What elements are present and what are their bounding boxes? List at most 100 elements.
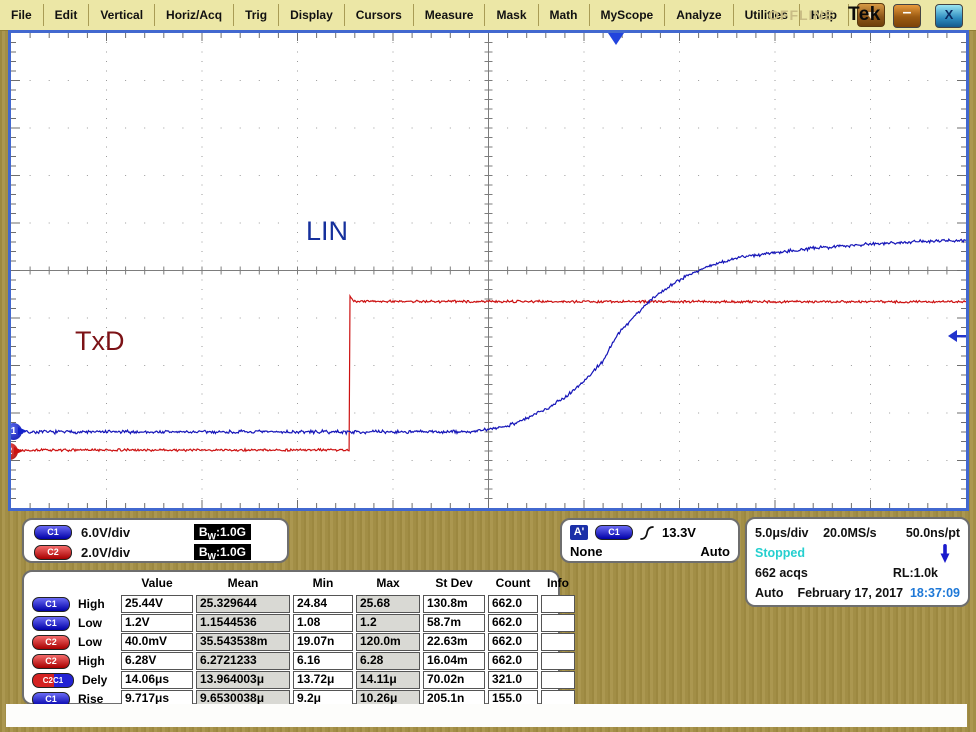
waveform-traces bbox=[11, 33, 966, 508]
menu-item-cursors[interactable]: Cursors bbox=[345, 4, 414, 26]
cell-min: 6.16 bbox=[293, 652, 353, 670]
acquisition-status: Stopped bbox=[755, 546, 805, 560]
trigger-a-icon: A' bbox=[570, 525, 588, 540]
c1-badge: C1 bbox=[34, 525, 72, 540]
time-text: 18:37:09 bbox=[910, 586, 960, 600]
cell-stdev: 16.04m bbox=[423, 652, 485, 670]
minimize-button[interactable]: – bbox=[893, 4, 921, 28]
measurement-row-label: C1Low bbox=[30, 614, 118, 632]
menu-item-display[interactable]: Display bbox=[279, 4, 345, 26]
cell-stdev: 130.8m bbox=[423, 595, 485, 613]
menu-items: FileEditVerticalHoriz/AcqTrigDisplayCurs… bbox=[0, 4, 849, 26]
cell-mean: 13.964003μ bbox=[196, 671, 290, 689]
menu-item-trig[interactable]: Trig bbox=[234, 4, 279, 26]
c2-badge: C2 bbox=[34, 545, 72, 560]
c2c1-badge: C2C1 bbox=[32, 673, 74, 688]
cell-value: 1.2V bbox=[121, 614, 193, 632]
cell-info bbox=[541, 633, 575, 651]
menu-item-analyze[interactable]: Analyze bbox=[665, 4, 733, 26]
cell-count: 662.0 bbox=[488, 633, 538, 651]
oscilloscope-screen: FileEditVerticalHoriz/AcqTrigDisplayCurs… bbox=[0, 0, 976, 732]
menu-item-myscope[interactable]: MyScope bbox=[590, 4, 666, 26]
measurement-name: Low bbox=[78, 635, 102, 649]
trigger-level-value: 13.3V bbox=[662, 525, 696, 540]
cell-max: 25.68 bbox=[356, 595, 420, 613]
cell-count: 321.0 bbox=[488, 671, 538, 689]
c1-bandwidth: BW:1.0G bbox=[194, 524, 251, 540]
cell-info bbox=[541, 614, 575, 632]
c1-badge: C1 bbox=[32, 597, 70, 612]
lin-trace-label: LIN bbox=[306, 216, 348, 247]
c1-scale-value: 6.0V/div bbox=[81, 525, 130, 540]
tek-logo: Tek bbox=[848, 4, 881, 26]
column-header-value: Value bbox=[121, 576, 193, 594]
horiz-mode: Auto bbox=[755, 586, 783, 600]
menu-bar: FileEditVerticalHoriz/AcqTrigDisplayCurs… bbox=[0, 0, 976, 31]
rising-edge-icon bbox=[640, 525, 655, 541]
acquisition-count: 662 acqs bbox=[755, 566, 808, 580]
cell-mean: 6.2721233 bbox=[196, 652, 290, 670]
cell-stdev: 58.7m bbox=[423, 614, 485, 632]
menu-item-math[interactable]: Math bbox=[539, 4, 590, 26]
c2-bandwidth: BW:1.0G bbox=[194, 544, 251, 560]
cell-value: 6.28V bbox=[121, 652, 193, 670]
close-button[interactable]: X bbox=[935, 4, 963, 28]
cell-min: 13.72μ bbox=[293, 671, 353, 689]
measurement-name: Dely bbox=[82, 673, 107, 687]
cell-count: 662.0 bbox=[488, 595, 538, 613]
column-header-count: Count bbox=[488, 576, 538, 594]
cell-stdev: 70.02n bbox=[423, 671, 485, 689]
measurement-row-label: C2 High bbox=[30, 652, 118, 670]
cell-mean: 35.543538m bbox=[196, 633, 290, 651]
samplerate-value: 20.0MS/s bbox=[823, 526, 877, 540]
measurement-row-label: C2 Low bbox=[30, 633, 118, 651]
cell-max: 6.28 bbox=[356, 652, 420, 670]
cell-mean: 1.1544536 bbox=[196, 614, 290, 632]
trigger-mode-auto: Auto bbox=[700, 544, 730, 559]
c2-badge: C2 bbox=[32, 654, 70, 669]
cell-max: 1.2 bbox=[356, 614, 420, 632]
channel-scale-row[interactable]: C2 2.0V/div BW:1.0G bbox=[24, 542, 287, 562]
trigger-level-arrow[interactable] bbox=[948, 330, 966, 342]
column-header-min: Min bbox=[293, 576, 353, 594]
column-header-max: Max bbox=[356, 576, 420, 594]
cell-max: 14.11μ bbox=[356, 671, 420, 689]
column-header-mean: Mean bbox=[196, 576, 290, 594]
measurement-table-box: ValueMeanMinMaxSt DevCountInfoC1High25.4… bbox=[22, 570, 560, 705]
menu-item-vertical[interactable]: Vertical bbox=[89, 4, 155, 26]
cell-min: 24.84 bbox=[293, 595, 353, 613]
graticule-area: LIN TxD 1 2 bbox=[11, 33, 966, 508]
cell-info bbox=[541, 671, 575, 689]
trigger-position-marker[interactable] bbox=[608, 33, 624, 45]
menu-item-measure[interactable]: Measure bbox=[414, 4, 486, 26]
record-length: RL:1.0k bbox=[893, 566, 938, 580]
menu-item-edit[interactable]: Edit bbox=[44, 4, 90, 26]
offline-watermark: OFFLINE bbox=[768, 7, 835, 23]
measurement-name: High bbox=[78, 654, 105, 668]
menu-item-horizacq[interactable]: Horiz/Acq bbox=[155, 4, 234, 26]
menu-item-file[interactable]: File bbox=[0, 4, 44, 26]
trigger-source-badge: C1 bbox=[595, 525, 633, 540]
trigger-readout-box[interactable]: A' C1 13.3V None Auto bbox=[560, 518, 740, 563]
measurement-row-label: C1 High bbox=[30, 595, 118, 613]
measurement-row-label: C2C1 Dely bbox=[30, 671, 118, 689]
cell-info bbox=[541, 595, 575, 613]
menu-item-mask[interactable]: Mask bbox=[485, 4, 538, 26]
table-corner bbox=[30, 576, 118, 594]
cell-count: 662.0 bbox=[488, 652, 538, 670]
cell-min: 1.08 bbox=[293, 614, 353, 632]
cell-mean: 25.329644 bbox=[196, 595, 290, 613]
cell-count: 662.0 bbox=[488, 614, 538, 632]
measurement-name: High bbox=[78, 597, 105, 611]
measurement-table: ValueMeanMinMaxSt DevCountInfoC1High25.4… bbox=[30, 576, 558, 708]
c2-scale-value: 2.0V/div bbox=[81, 545, 130, 560]
horizontal-acq-box[interactable]: 5.0μs/div 20.0MS/s 50.0ns/pt Stopped 662… bbox=[745, 517, 970, 607]
channel-scale-box[interactable]: C1 6.0V/div BW:1.0G C2 2.0V/div BW:1.0G bbox=[22, 518, 289, 563]
cell-value: 25.44V bbox=[121, 595, 193, 613]
channel-scale-row[interactable]: C1 6.0V/div BW:1.0G bbox=[24, 522, 287, 542]
c2-badge: C2 bbox=[32, 635, 70, 650]
cell-value: 40.0mV bbox=[121, 633, 193, 651]
timebase-value: 5.0μs/div bbox=[755, 526, 809, 540]
cell-stdev: 22.63m bbox=[423, 633, 485, 651]
trigger-mode-none: None bbox=[570, 544, 603, 559]
